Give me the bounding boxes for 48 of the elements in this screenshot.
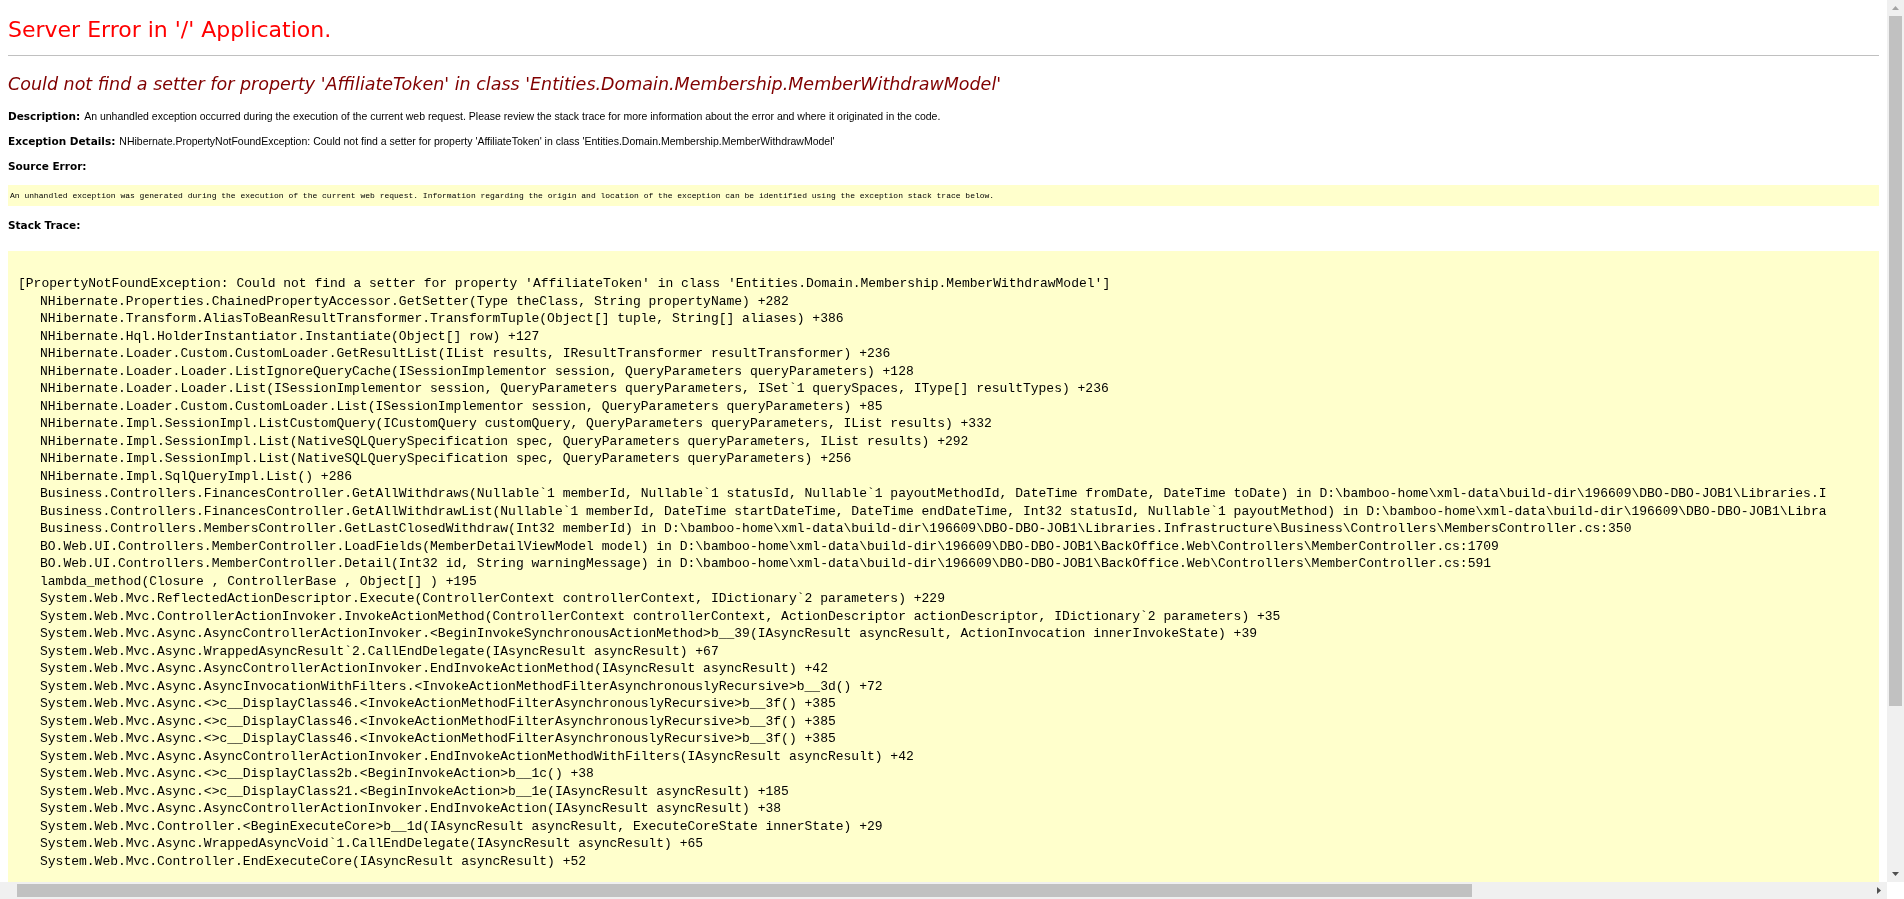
stack-trace-line: BO.Web.UI.Controllers.MemberController.Detail(Int32 id, String warningMessage) in D:\bamboo-home\xml-data\build-dir\196609\DBO-DBO-JOB1\BackOffice.Web\Controllers\MemberController.cs:591: [39, 555, 1492, 573]
stack-trace-line: System.Web.Mvc.Async.<>c__DisplayClass21.<BeginInvokeAction>b__1e(IAsyncResult asyncResult) +185: [39, 782, 789, 800]
description-text: An unhandled exception occurred during the execution of the current web request. Please review the stack trace for more information about the error and where it originated in the code.: [84, 110, 941, 122]
stack-trace-line: System.Web.Mvc.Async.WrappedAsyncResult`2.CallEndDelegate(IAsyncResult asyncResult) +67: [39, 642, 719, 660]
scroll-right-icon[interactable]: [1877, 887, 1881, 894]
field-label: Exception Details:: [8, 135, 116, 147]
stack-trace-line: System.Web.Mvc.Async.AsyncInvocationWithFilters.<InvokeActionMethodFilterAsynchronouslyRecursive>b__3d() +72: [39, 677, 883, 695]
stack-trace-line: NHibernate.Impl.SqlQueryImpl.List() +286: [39, 467, 353, 485]
vertical-scrollbar[interactable]: [1887, 0, 1904, 882]
stack-trace-line: System.Web.Mvc.Async.AsyncControllerActionInvoker.<BeginInvokeSynchronousActionMethod>b__39(IAsyncResult asyncResult, ActionInvocation innerInvokeState) +39: [39, 625, 1257, 643]
stack-trace-line: lambda_method(Closure , ControllerBase , Object[] ) +195: [39, 572, 477, 590]
source-error-text: An unhandled exception was generated during the execution of the current web request. Information regarding the origin and location of the exception can be identified using the exception stack trace below.: [10, 191, 995, 200]
section-heading: Source Error:: [8, 160, 87, 172]
page-title: Server Error in '/' Application.: [8, 16, 333, 42]
stack-trace-line: System.Web.Mvc.ControllerActionInvoker.InvokeActionMethod(ControllerContext controllerContext, ActionDescriptor actionDescriptor, IDictionary`2 parameters) +35: [39, 607, 1281, 625]
stack-trace-line: NHibernate.Impl.SessionImpl.List(NativeSQLQuerySpecification spec, QueryParameters queryParameters, IList results) +292: [39, 432, 969, 450]
stack-trace-line: Business.Controllers.FinancesController.GetAllWithdrawList(Nullable`1 memberId, DateTime startDateTime, DateTime endDateTime, Int32 statusId, Nullable`1 payoutMethod) in D:\bamboo-home\xml-data\build-dir\196609\DBO-DBO-JOB1\Libra: [39, 502, 1827, 520]
section-heading: Stack Trace:: [8, 219, 81, 231]
horizontal-scrollbar[interactable]: [0, 882, 1887, 899]
stack-trace-line: NHibernate.Properties.ChainedPropertyAccessor.GetSetter(Type theClass, String propertyName) +282: [39, 292, 789, 310]
scroll-up-icon[interactable]: [1892, 6, 1899, 10]
stack-trace-line: System.Web.Mvc.Async.AsyncControllerActionInvoker.EndInvokeActionMethodWithFilters(IAsyncResult asyncResult) +42: [39, 747, 914, 765]
stack-trace-line: NHibernate.Transform.AliasToBeanResultTransformer.TransformTuple(Object[] tuple, String[] aliases) +386: [39, 310, 844, 328]
stack-trace-line: NHibernate.Loader.Custom.CustomLoader.List(ISessionImplementor session, QueryParameters queryParameters) +85: [39, 397, 883, 415]
stack-trace-line: System.Web.Mvc.ReflectedActionDescriptor.Execute(ControllerContext controllerContext, IDictionary`2 parameters) +229: [39, 590, 945, 608]
stack-trace-line: NHibernate.Hql.HolderInstantiator.Instantiate(Object[] row) +127: [39, 327, 540, 345]
stack-trace-line: NHibernate.Loader.Loader.ListIgnoreQueryCache(ISessionImplementor session, QueryParameters queryParameters) +128: [39, 362, 914, 380]
stack-trace-line: System.Web.Mvc.Async.<>c__DisplayClass46.<InvokeActionMethodFilterAsynchronouslyRecursive>b__3f() +385: [39, 730, 836, 748]
stack-trace-line: [PropertyNotFoundException: Could not find a setter for property 'AffiliateToken' in class 'Entities.Domain.Membership.MemberWithdrawModel']: [18, 275, 1111, 293]
exception-details-text: NHibernate.PropertyNotFoundException: Could not find a setter for property 'AffiliateToken' in class 'Entities.Domain.Membership.MemberWithdrawModel': [119, 135, 835, 147]
stack-trace-line: Business.Controllers.MembersController.GetLastClosedWithdraw(Int32 memberId) in D:\bamboo-home\xml-data\build-dir\196609\DBO-DBO-JOB1\Libraries.Infrastructure\Business\Controllers\MembersController.cs:350: [39, 520, 1632, 538]
stack-trace-line: NHibernate.Impl.SessionImpl.List(NativeSQLQuerySpecification spec, QueryParameters queryParameters) +256: [39, 450, 852, 468]
scroll-down-icon[interactable]: [1892, 872, 1899, 876]
stack-trace-line: System.Web.Mvc.Async.<>c__DisplayClass46.<InvokeActionMethodFilterAsynchronouslyRecursive>b__3f() +385: [39, 712, 836, 730]
error-message: Could not find a setter for property 'AffiliateToken' in class 'Entities.Domain.Membership.MemberWithdrawModel': [8, 74, 1003, 94]
stack-trace-line: System.Web.Mvc.Controller.<BeginExecuteCore>b__1d(IAsyncResult asyncResult, ExecuteCoreState innerState) +29: [39, 817, 883, 835]
stack-trace-line: System.Web.Mvc.Async.<>c__DisplayClass46.<InvokeActionMethodFilterAsynchronouslyRecursive>b__3f() +385: [39, 695, 836, 713]
stack-trace-line: NHibernate.Loader.Custom.CustomLoader.GetResultList(IList results, IResultTransformer resultTransformer) +236: [39, 345, 891, 363]
stack-trace-line: NHibernate.Loader.Loader.List(ISessionImplementor session, QueryParameters queryParameters, ISet`1 querySpaces, IType[] resultTypes) +236: [39, 380, 1109, 398]
stack-trace-line: System.Web.Mvc.Async.AsyncControllerActionInvoker.EndInvokeActionMethod(IAsyncResult asyncResult) +42: [39, 660, 828, 678]
stack-trace-line: System.Web.Mvc.Async.AsyncControllerActionInvoker.EndInvokeAction(IAsyncResult asyncResult) +38: [39, 800, 782, 818]
stack-trace-line: System.Web.Mvc.Async.<>c__DisplayClass2b.<BeginInvokeAction>b__1c() +38: [39, 765, 594, 783]
stack-trace-line: System.Web.Mvc.Async.WrappedAsyncVoid`1.CallEndDelegate(IAsyncResult asyncResult) +65: [39, 835, 704, 853]
stack-trace-line: BO.Web.UI.Controllers.MemberController.LoadFields(MemberDetailViewModel model) in D:\bamboo-home\xml-data\build-dir\196609\DBO-DBO-JOB1\BackOffice.Web\Controllers\MemberController.cs:1709: [39, 537, 1499, 555]
stack-trace-line: NHibernate.Impl.SessionImpl.ListCustomQuery(ICustomQuery customQuery, QueryParameters queryParameters, IList results) +332: [39, 415, 992, 433]
field-label: Description:: [8, 110, 81, 122]
stack-trace-line: System.Web.Mvc.Controller.EndExecuteCore(IAsyncResult asyncResult) +52: [39, 852, 587, 870]
stack-trace-line: Business.Controllers.FinancesController.GetAllWithdraws(Nullable`1 memberId, Nullable`1 statusId, Nullable`1 payoutMethodId, DateTime fromDate, DateTime toDate) in D:\bamboo-home\xml-data\build-dir\196609\DBO-DBO-JOB1\Libraries.I: [39, 485, 1827, 503]
